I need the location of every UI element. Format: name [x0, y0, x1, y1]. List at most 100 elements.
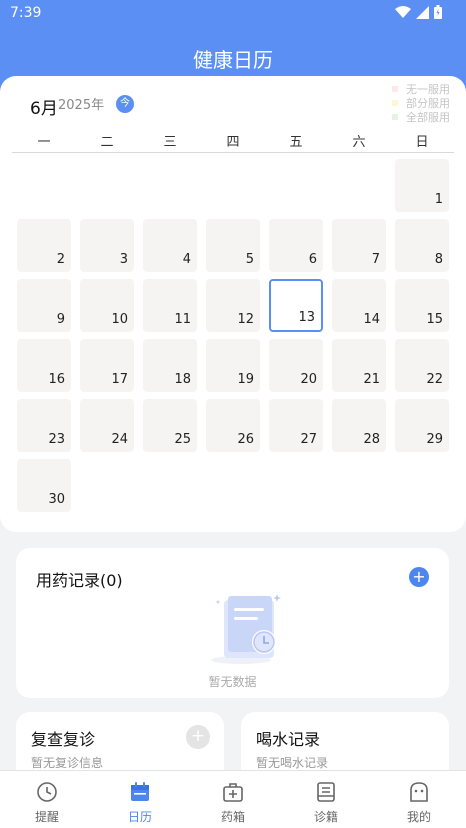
calendar-day[interactable]: 2 — [17, 219, 71, 272]
weekday-label: 四 — [226, 135, 240, 150]
calendar-day[interactable]: 11 — [143, 279, 197, 332]
day-number: 9 — [56, 312, 65, 327]
day-number: 25 — [174, 432, 191, 447]
calendar-day[interactable]: 25 — [143, 399, 197, 452]
calendar-day[interactable]: 7 — [332, 219, 386, 272]
day-number: 8 — [434, 252, 443, 267]
weekday-label: 五 — [289, 135, 303, 150]
calendar-month[interactable]: 6月 — [30, 94, 58, 119]
day-number: 13 — [298, 310, 315, 325]
nav-item-calendar[interactable]: 日历 — [105, 771, 175, 828]
nav-label: 诊籍 — [313, 810, 338, 824]
day-number: 23 — [48, 432, 65, 447]
calendar-day[interactable]: 3 — [80, 219, 134, 272]
nav-item-profile[interactable]: 我的 — [384, 771, 454, 828]
calendar-icon — [131, 782, 149, 801]
records-icon — [317, 782, 335, 802]
legend-item: 无一服用 — [392, 82, 450, 96]
day-number: 24 — [111, 432, 128, 447]
calendar-day[interactable]: 10 — [80, 279, 134, 332]
water-record-subtitle: 暂无喝水记录 — [256, 756, 329, 770]
calendar-day-selected[interactable]: 13 — [269, 279, 323, 332]
calendar-day[interactable]: 17 — [80, 339, 134, 392]
calendar-day[interactable]: 14 — [332, 279, 386, 332]
day-number: 17 — [111, 372, 128, 387]
page-title: 健康日历 — [193, 48, 273, 72]
day-number: 1 — [434, 192, 443, 207]
day-number: 16 — [48, 372, 65, 387]
day-number: 30 — [48, 492, 65, 507]
day-number: 2 — [56, 252, 65, 267]
legend-item: 部分服用 — [392, 96, 450, 110]
signal-icon — [416, 5, 429, 19]
day-number: 28 — [363, 432, 380, 447]
nav-item-medicine-box[interactable]: 药箱 — [198, 771, 268, 828]
medicine-box-icon — [223, 783, 243, 802]
legend-label: 全部服用 — [406, 111, 450, 124]
legend-swatch-partial — [392, 100, 398, 106]
calendar-day[interactable]: 27 — [269, 399, 323, 452]
bottom-nav: 提醒 日历 药箱 诊籍 我的 — [0, 770, 466, 828]
day-number: 12 — [237, 312, 254, 327]
calendar-day[interactable]: 21 — [332, 339, 386, 392]
calendar-day[interactable]: 23 — [17, 399, 71, 452]
calendar-day[interactable]: 29 — [395, 399, 449, 452]
day-number: 11 — [174, 312, 191, 327]
nav-item-reminder[interactable]: 提醒 — [12, 771, 82, 828]
add-medication-button[interactable]: + — [409, 567, 429, 587]
status-time: 7:39 — [10, 5, 42, 21]
empty-data-illustration — [211, 594, 281, 664]
day-number: 27 — [300, 432, 317, 447]
calendar-day[interactable]: 20 — [269, 339, 323, 392]
weekday-header: 一 二 三 四 五 六 日 — [12, 131, 454, 153]
day-number: 3 — [119, 252, 128, 267]
legend-item: 全部服用 — [392, 110, 450, 124]
day-number: 26 — [237, 432, 254, 447]
legend-swatch-all — [392, 114, 398, 120]
calendar-day[interactable]: 4 — [143, 219, 197, 272]
calendar-day[interactable]: 9 — [17, 279, 71, 332]
status-icons — [395, 5, 442, 19]
calendar-day[interactable]: 28 — [332, 399, 386, 452]
day-number: 21 — [363, 372, 380, 387]
wifi-icon — [395, 5, 411, 18]
nav-label: 我的 — [406, 810, 431, 824]
empty-data-text: 暂无数据 — [208, 675, 257, 689]
weekday-label: 六 — [352, 135, 366, 150]
weekday-label: 日 — [415, 135, 429, 150]
nav-item-records[interactable]: 诊籍 — [291, 771, 361, 828]
nav-label: 日历 — [127, 810, 152, 824]
calendar-day[interactable]: 8 — [395, 219, 449, 272]
calendar-day[interactable]: 6 — [269, 219, 323, 272]
battery-icon — [434, 5, 442, 19]
legend-swatch-none — [392, 86, 398, 92]
today-button[interactable]: 今 — [116, 95, 134, 113]
day-number: 29 — [426, 432, 443, 447]
calendar-day[interactable]: 24 — [80, 399, 134, 452]
calendar-day[interactable]: 5 — [206, 219, 260, 272]
calendar-year[interactable]: 2025年 — [58, 94, 104, 113]
add-followup-button[interactable]: + — [186, 725, 210, 749]
day-number: 4 — [182, 252, 191, 267]
calendar-day[interactable]: 1 — [395, 159, 449, 212]
calendar-day[interactable]: 26 — [206, 399, 260, 452]
day-number: 20 — [300, 372, 317, 387]
calendar-day[interactable]: 12 — [206, 279, 260, 332]
nav-label: 药箱 — [220, 810, 245, 824]
followup-title: 复查复诊 — [31, 730, 96, 749]
calendar-day[interactable]: 18 — [143, 339, 197, 392]
day-number: 6 — [308, 252, 317, 267]
status-bar: 7:39 — [0, 0, 466, 26]
day-number: 22 — [426, 372, 443, 387]
water-record-title: 喝水记录 — [256, 730, 321, 749]
calendar-day[interactable]: 15 — [395, 279, 449, 332]
calendar-day[interactable]: 22 — [395, 339, 449, 392]
calendar-day[interactable]: 19 — [206, 339, 260, 392]
followup-subtitle: 暂无复诊信息 — [31, 756, 104, 770]
calendar-day[interactable]: 16 — [17, 339, 71, 392]
day-number: 19 — [237, 372, 254, 387]
day-number: 18 — [174, 372, 191, 387]
calendar-day[interactable]: 30 — [17, 459, 71, 512]
legend: 无一服用 部分服用 全部服用 — [392, 82, 450, 124]
day-number: 14 — [363, 312, 380, 327]
